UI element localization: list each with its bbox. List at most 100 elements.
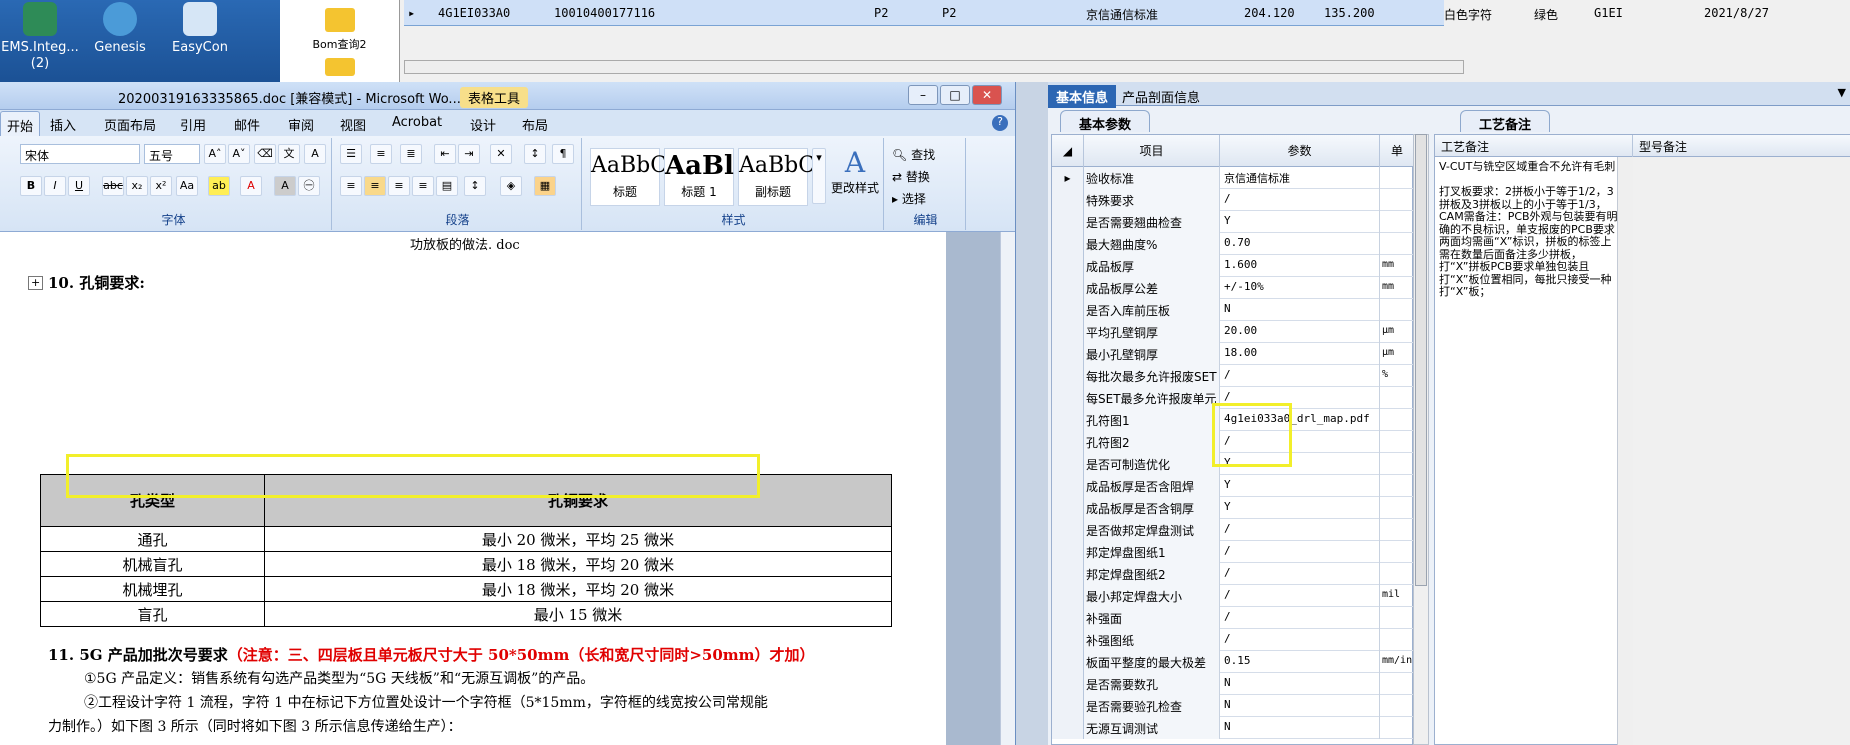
table-row[interactable]: 特殊要求 / [1052,189,1414,211]
desktop-icon-genesis[interactable]: Genesis [80,2,160,56]
maximize-button[interactable]: □ [940,85,970,105]
table-row[interactable]: ▸ 验收标准 京信通信标准 [1052,167,1414,189]
tab-design[interactable]: 设计 [470,115,496,134]
tab-page-layout[interactable]: 页面布局 [104,115,156,134]
char-shading-icon[interactable]: A [274,176,296,196]
line-spacing-icon[interactable]: ↕ [464,176,486,196]
enclosed-char-icon[interactable]: ㊀ [298,176,320,196]
multilevel-list-icon[interactable]: ≣ [400,144,422,164]
param-value-cell[interactable]: 0.70 [1220,233,1380,255]
distributed-icon[interactable]: ▤ [436,176,458,196]
table-move-handle-icon[interactable]: + [28,276,44,290]
tab-acrobat[interactable]: Acrobat [392,115,442,130]
desktop-icon-easycon[interactable]: EasyCon [160,2,240,56]
align-center-icon[interactable]: ≡ [364,176,386,196]
param-value-cell[interactable]: / [1220,189,1380,211]
table-row[interactable]: 无源互调测试 N [1052,717,1414,739]
close-button[interactable]: ✕ [972,85,1002,105]
param-value-cell[interactable]: / [1220,519,1380,541]
shrink-font-icon[interactable]: A˅ [228,144,250,164]
param-value-cell[interactable]: Y [1220,497,1380,519]
style-subtitle[interactable]: AaBbC 副标题 [738,148,815,206]
dropdown-arrow-icon[interactable]: ▼ [1838,86,1846,99]
table-row[interactable]: 是否做邦定焊盘测试 / [1052,519,1414,541]
grid-scroll-thumb[interactable] [1415,134,1427,586]
table-row[interactable]: 补强面 / [1052,607,1414,629]
notes-scrollbar[interactable] [1617,157,1633,745]
font-size-select[interactable]: 五号 [144,144,200,164]
table-row[interactable]: 是否入库前压板 N [1052,299,1414,321]
result-row[interactable]: ▸ 4G1EI033A0 10010400177116 P2 P2 京信通信标准… [404,0,1769,26]
bold-icon[interactable]: B [20,176,42,196]
table-row[interactable]: 成品板厚是否含铜厚 Y [1052,497,1414,519]
borders-icon[interactable]: ▦ [534,176,556,196]
tab-basic-info[interactable]: 基本信息 [1048,85,1117,108]
decrease-indent-icon[interactable]: ⇤ [434,144,456,164]
styles-scroll-icon[interactable]: ▾ [812,148,826,204]
desktop-icon-ems[interactable]: EMS.Integ... (2) [0,2,80,72]
param-value-cell[interactable]: Y [1220,475,1380,497]
col-header-item[interactable]: 项目 [1084,135,1220,167]
param-value-cell[interactable]: 18.00 [1220,343,1380,365]
param-value-cell[interactable]: 0.15 [1220,651,1380,673]
italic-icon[interactable]: I [44,176,66,196]
align-right-icon[interactable]: ≡ [388,176,410,196]
table-row[interactable]: 成品板厚是否含阻焊 Y [1052,475,1414,497]
align-left-icon[interactable]: ≡ [340,176,362,196]
param-value-cell[interactable]: 1.600 [1220,255,1380,277]
table-row[interactable]: 邦定焊盘图纸2/ [1052,563,1414,585]
table-row[interactable]: 是否需要翘曲检查 Y [1052,211,1414,233]
tab-layout[interactable]: 布局 [522,115,548,134]
table-row[interactable]: 最小邦定焊盘大小 / mil [1052,585,1414,607]
param-value-cell[interactable]: N [1220,673,1380,695]
strikethrough-icon[interactable]: abc [102,176,124,196]
param-value-cell[interactable]: / [1220,365,1380,387]
show-marks-icon[interactable]: ¶ [552,144,574,164]
subscript-icon[interactable]: x₂ [126,176,148,196]
table-row[interactable]: 最大翘曲度% 0.70 [1052,233,1414,255]
asian-layout-icon[interactable]: ✕ [490,144,512,164]
param-value-cell[interactable]: Y [1220,211,1380,233]
find-button[interactable]: 🔍︎ 查找 [892,146,935,163]
col-header-unit[interactable]: 单 [1380,135,1414,167]
param-value-cell[interactable]: N [1220,299,1380,321]
clear-format-icon[interactable]: ⌫ [254,144,276,164]
folder-icon[interactable] [324,58,355,76]
tab-insert[interactable]: 插入 [50,115,76,134]
tab-references[interactable]: 引用 [180,115,206,134]
tab-review[interactable]: 审阅 [288,115,314,134]
font-name-select[interactable]: 宋体 [20,144,140,164]
param-value-cell[interactable]: / [1220,607,1380,629]
change-case-icon[interactable]: Aa [176,176,198,196]
tab-basic-params[interactable]: 基本参数 [1060,110,1151,133]
param-value-cell[interactable]: 20.00 [1220,321,1380,343]
tab-view[interactable]: 视图 [340,115,366,134]
tab-cross-section[interactable]: 产品剖面信息 [1114,85,1208,108]
grow-font-icon[interactable]: A˄ [204,144,226,164]
table-row[interactable]: 邦定焊盘图纸1/ [1052,541,1414,563]
minimize-button[interactable]: – [908,85,938,105]
table-row[interactable]: 板面平整度的最大极差 0.15 mm/in [1052,651,1414,673]
justify-icon[interactable]: ≡ [412,176,434,196]
param-value-cell[interactable]: / [1220,629,1380,651]
change-styles-button[interactable]: A 更改样式 [830,146,880,196]
replace-button[interactable]: ⇄ 替换 [892,168,930,185]
table-row[interactable]: 每批次最多允许报废SET /% [1052,365,1414,387]
table-row[interactable]: 补强图纸 / [1052,629,1414,651]
superscript-icon[interactable]: x² [150,176,172,196]
param-value-cell[interactable]: / [1220,541,1380,563]
tab-home[interactable]: 开始 [0,111,41,136]
table-row[interactable]: 成品板厚 1.600 mm [1052,255,1414,277]
numbering-icon[interactable]: ≡ [370,144,392,164]
style-title[interactable]: AaBbC 标题 [590,148,667,206]
param-value-cell[interactable]: N [1220,695,1380,717]
horizontal-scrollbar[interactable] [404,60,1464,74]
select-button[interactable]: ▸ 选择 [892,190,926,207]
col-header-param[interactable]: 参数 [1220,135,1380,167]
param-value-cell[interactable]: / [1220,585,1380,607]
phonetic-guide-icon[interactable]: 文 [278,144,300,164]
param-value-cell[interactable]: / [1220,563,1380,585]
highlight-icon[interactable]: ab [208,176,230,196]
folder-icon[interactable] [324,8,355,32]
table-row[interactable]: 是否需要数孔 N [1052,673,1414,695]
